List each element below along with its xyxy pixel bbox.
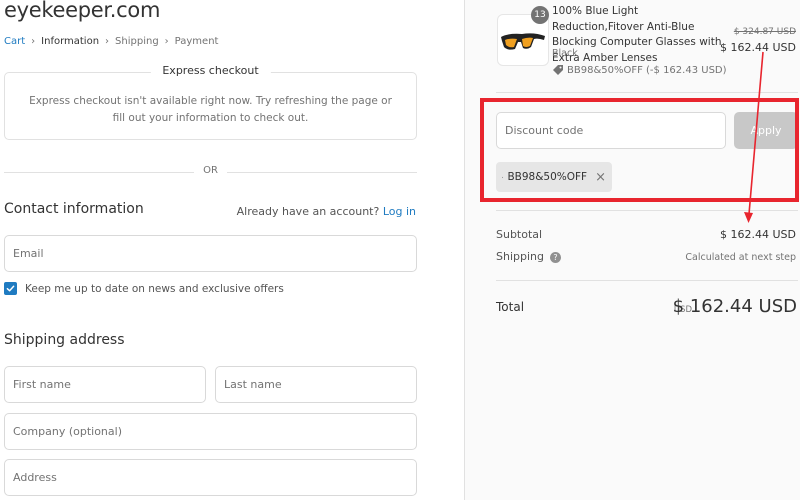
last-name-field[interactable] bbox=[215, 366, 417, 403]
applied-discount-chip: BB98&50%OFF × bbox=[496, 162, 612, 192]
discount-code-field[interactable] bbox=[496, 112, 726, 149]
address-field[interactable] bbox=[4, 459, 417, 496]
total-value: $ 162.44 USD bbox=[672, 296, 797, 317]
divider bbox=[496, 210, 798, 211]
shipping-label: Shipping bbox=[496, 250, 544, 263]
breadcrumb-payment: Payment bbox=[174, 36, 219, 47]
last-name-input[interactable] bbox=[216, 367, 416, 402]
express-checkout-message: Express checkout isn't available right n… bbox=[29, 95, 392, 124]
divider bbox=[496, 92, 798, 93]
tag-icon bbox=[502, 176, 504, 178]
discounted-price: $ 162.44 USD bbox=[720, 41, 796, 54]
company-input[interactable] bbox=[5, 414, 416, 449]
chevron-right-icon: › bbox=[164, 36, 169, 47]
shipping-value: Calculated at next step bbox=[685, 252, 796, 263]
breadcrumb: Cart › Information › Shipping › Payment bbox=[4, 36, 218, 47]
express-checkout-title: Express checkout bbox=[150, 64, 271, 77]
remove-discount-icon[interactable]: × bbox=[595, 170, 606, 185]
company-field[interactable] bbox=[4, 413, 417, 450]
email-input[interactable] bbox=[5, 236, 416, 271]
breadcrumb-cart[interactable]: Cart bbox=[4, 36, 25, 47]
shipping-address-title: Shipping address bbox=[4, 332, 125, 348]
login-link[interactable]: Log in bbox=[383, 205, 416, 218]
newsletter-option[interactable]: Keep me up to date on news and exclusive… bbox=[4, 282, 284, 295]
chevron-right-icon: › bbox=[105, 36, 110, 47]
help-icon[interactable]: ? bbox=[550, 251, 561, 263]
contact-information-title: Contact information bbox=[4, 201, 144, 217]
breadcrumb-shipping: Shipping bbox=[115, 36, 159, 47]
chevron-right-icon: › bbox=[31, 36, 36, 47]
discount-code-input[interactable] bbox=[497, 113, 725, 148]
subtotal-value: $ 162.44 USD bbox=[720, 228, 796, 241]
first-name-field[interactable] bbox=[4, 366, 206, 403]
original-price: $ 324.87 USD bbox=[733, 27, 796, 37]
checkmark-icon bbox=[6, 285, 15, 292]
product-discount: BB98&50%OFF (-$ 162.43 USD) bbox=[552, 64, 727, 76]
first-name-input[interactable] bbox=[5, 367, 205, 402]
tag-icon bbox=[553, 65, 563, 75]
subtotal-label: Subtotal bbox=[496, 228, 543, 241]
newsletter-checkbox[interactable] bbox=[4, 282, 17, 295]
express-checkout-box: Express checkout Express checkout isn't … bbox=[4, 64, 417, 140]
address-input[interactable] bbox=[5, 460, 416, 495]
newsletter-label: Keep me up to date on news and exclusive… bbox=[25, 282, 284, 295]
store-logo[interactable]: eyekeeper.com bbox=[4, 0, 160, 22]
quantity-badge: 13 bbox=[531, 6, 549, 24]
or-divider: OR bbox=[4, 165, 417, 179]
product-discount-text: BB98&50%OFF (-$ 162.43 USD) bbox=[567, 64, 727, 76]
total-label: Total bbox=[496, 300, 525, 314]
apply-button[interactable]: Apply bbox=[734, 112, 798, 149]
shipping-label-row: Shipping? bbox=[496, 250, 561, 263]
email-field[interactable] bbox=[4, 235, 417, 272]
product-variant: Black bbox=[552, 48, 578, 59]
divider bbox=[496, 280, 798, 281]
or-label: OR bbox=[203, 165, 218, 176]
account-prompt-text: Already have an account? bbox=[236, 205, 380, 218]
divider-line bbox=[4, 172, 194, 173]
applied-discount-code: BB98&50%OFF bbox=[507, 171, 588, 183]
breadcrumb-information: Information bbox=[41, 36, 100, 47]
divider-line bbox=[227, 172, 417, 173]
login-prompt: Already have an account? Log in bbox=[237, 205, 416, 218]
checkout-main: eyekeeper.com Cart › Information › Shipp… bbox=[0, 0, 464, 500]
